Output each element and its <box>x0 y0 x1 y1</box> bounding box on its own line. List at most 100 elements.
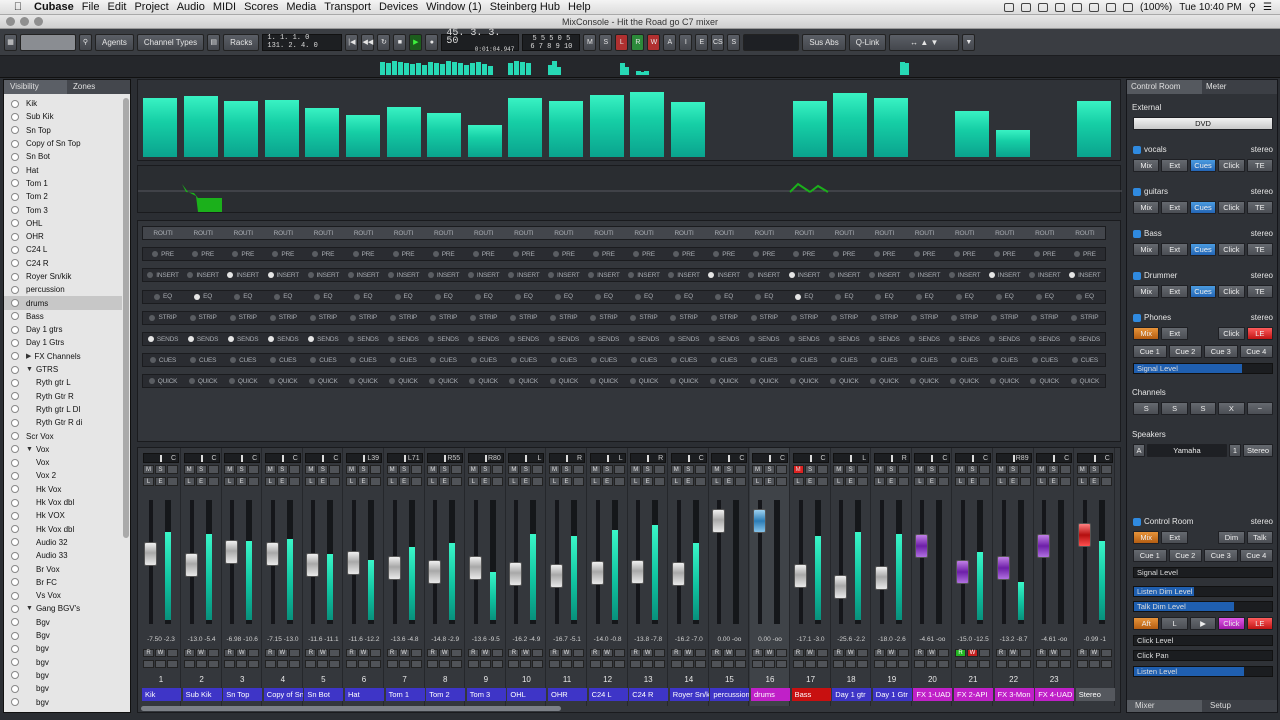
locators-display[interactable]: 1. 1. 1. 0 131. 2. 4. 0 <box>262 33 343 51</box>
visibility-toggle[interactable] <box>11 192 19 201</box>
channel-misc-button[interactable] <box>532 660 544 668</box>
fader-cap[interactable] <box>956 560 969 585</box>
automation-read-button[interactable]: R <box>995 649 1007 657</box>
channel-l-button[interactable]: L <box>264 477 276 486</box>
channel-name[interactable]: Tom 3 <box>466 688 506 701</box>
channel-state-button[interactable] <box>938 477 950 486</box>
rack-pre-slot[interactable]: PRE <box>584 248 624 260</box>
channel-misc-button[interactable] <box>167 660 178 668</box>
minimize-button[interactable] <box>20 17 29 26</box>
fader-cap[interactable] <box>793 563 807 588</box>
channel-s-button[interactable]: S <box>276 465 288 474</box>
pan-control[interactable]: R <box>873 453 910 463</box>
channel-misc-button[interactable] <box>386 660 398 668</box>
cue-enable-toggle[interactable] <box>1133 229 1141 238</box>
channel-name[interactable]: drums <box>751 688 790 701</box>
channel-overview[interactable] <box>0 56 1280 78</box>
rack-eq-slot[interactable]: EQ <box>303 291 343 303</box>
channel-e-button[interactable]: E <box>642 477 654 486</box>
rack-cues-slot[interactable]: CUES <box>824 354 864 366</box>
menu-dropdown-icon[interactable]: ▼ <box>962 33 976 51</box>
channel-s-button[interactable]: S <box>1007 465 1019 474</box>
channel-name[interactable]: Stereo <box>1075 688 1115 701</box>
channel-s-button[interactable]: S <box>804 465 816 474</box>
control-room-ext-button[interactable]: Ext <box>1161 531 1188 544</box>
automation-read-button[interactable]: R <box>955 649 966 657</box>
layout-icon[interactable]: ▦ <box>4 33 17 51</box>
channel-misc-button[interactable] <box>938 660 950 668</box>
automation-write-button[interactable]: W <box>601 649 613 657</box>
pan-control[interactable]: R89 <box>995 453 1032 463</box>
channel-state-button[interactable] <box>1060 477 1072 486</box>
visibility-item[interactable]: Vox <box>4 456 122 469</box>
rack-quick-slot[interactable]: QUICK <box>303 375 343 387</box>
visibility-item[interactable]: Scr Vox <box>4 429 122 442</box>
rack-eq-slot[interactable]: EQ <box>504 291 544 303</box>
channel-state-button[interactable] <box>573 465 584 474</box>
rack-strip-slot[interactable]: STRIP <box>624 312 664 324</box>
channel-state-button[interactable] <box>451 477 463 486</box>
click-row-button[interactable]: Click <box>1218 617 1245 630</box>
visibility-toggle[interactable] <box>11 604 19 613</box>
channel-misc-button[interactable] <box>1019 660 1031 668</box>
visibility-toggle[interactable] <box>11 312 19 321</box>
channel-misc-button[interactable] <box>305 660 317 668</box>
rack-pre-slot[interactable]: PRE <box>904 248 944 260</box>
status-icon[interactable] <box>1021 3 1031 12</box>
channel-misc-button[interactable] <box>804 660 816 668</box>
rack-quick-slot[interactable]: QUICK <box>343 375 383 387</box>
channel-state-button[interactable] <box>288 465 300 474</box>
automation-read-button[interactable]: R <box>792 649 804 657</box>
menu-scores[interactable]: Scores <box>244 1 278 13</box>
visibility-item[interactable]: Sn Top <box>4 124 122 137</box>
automation-mode-button[interactable] <box>370 649 381 657</box>
channel-misc-button[interactable] <box>224 660 236 668</box>
rack-sends-slot[interactable]: SENDS <box>223 333 263 345</box>
automation-mode-button[interactable] <box>410 649 422 657</box>
automation-mode-button[interactable] <box>857 649 869 657</box>
channel-name[interactable]: FX 1-UAD <box>913 688 953 701</box>
channel-s-button[interactable]: S <box>926 465 938 474</box>
cue-click-button[interactable]: Click <box>1218 243 1245 256</box>
channel-name[interactable]: Hat <box>345 688 384 701</box>
visibility-item[interactable]: Sub Kik <box>4 110 122 123</box>
rack-eq-slot[interactable]: EQ <box>824 291 864 303</box>
channel-m-button[interactable]: M <box>549 465 560 474</box>
racks-icon[interactable]: ▤ <box>207 33 221 51</box>
menu-edit[interactable]: Edit <box>107 1 126 13</box>
link-field[interactable] <box>743 33 800 51</box>
menu-media[interactable]: Media <box>286 1 316 13</box>
channel-e-button[interactable]: E <box>682 477 694 486</box>
rack-cues-slot[interactable]: CUES <box>744 354 784 366</box>
channel-misc-button[interactable] <box>979 660 990 668</box>
speaker-num[interactable]: 1 <box>1229 444 1241 457</box>
visibility-toggle[interactable] <box>11 392 19 401</box>
volume-icon[interactable] <box>1106 3 1116 12</box>
time-machine-icon[interactable] <box>1055 3 1065 12</box>
fader-cap[interactable] <box>753 508 766 533</box>
fader-cap[interactable] <box>265 541 279 566</box>
channel-misc-button[interactable] <box>995 660 1007 668</box>
channel-misc-button[interactable] <box>711 660 723 668</box>
channel-misc-button[interactable] <box>873 660 885 668</box>
visibility-toggle[interactable] <box>11 219 19 228</box>
visibility-toggle[interactable] <box>11 618 19 627</box>
channel-l-button[interactable]: L <box>386 477 398 486</box>
channel-misc-button[interactable] <box>613 660 625 668</box>
control-room-listen-dim-level[interactable]: Listen Dim Level <box>1133 586 1273 597</box>
rewind-start-icon[interactable]: |◀ <box>345 33 359 51</box>
channel-l-button[interactable]: L <box>1036 477 1048 486</box>
caret-down-icon[interactable]: ▼ <box>26 446 33 453</box>
menu-devices[interactable]: Devices <box>379 1 418 13</box>
channel-state-button[interactable] <box>1019 465 1031 474</box>
automation-mode-button[interactable] <box>167 649 178 657</box>
channel-l-button[interactable]: L <box>955 477 966 486</box>
channel-misc-button[interactable] <box>926 660 938 668</box>
channel-m-button[interactable]: M <box>224 465 236 474</box>
fader-cap[interactable] <box>550 563 563 588</box>
channel-name[interactable]: C24 L <box>588 688 628 701</box>
speaker-name[interactable]: Yamaha <box>1147 444 1227 457</box>
rack-pre-slot[interactable]: PRE <box>223 248 263 260</box>
channel-m-button[interactable]: M <box>264 465 276 474</box>
visibility-toggle[interactable] <box>11 525 19 534</box>
